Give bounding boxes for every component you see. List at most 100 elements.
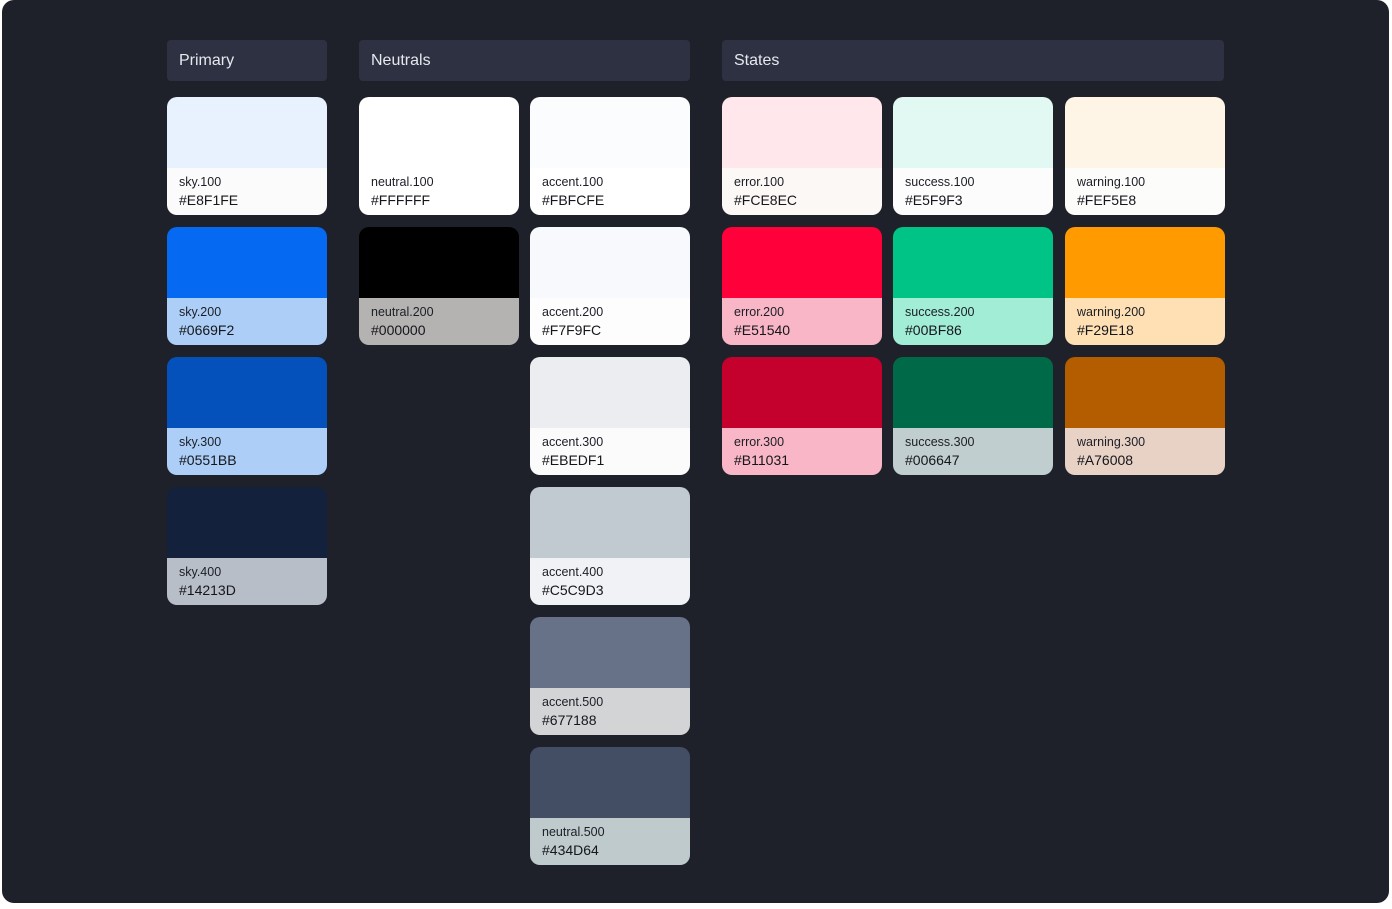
swatch-token-name: success.300 — [905, 435, 975, 449]
swatch-color-block — [530, 357, 690, 428]
swatch-hex-value: #B11031 — [734, 452, 790, 468]
swatch-color-block — [167, 487, 327, 558]
swatch-hex-value: #FBFCFE — [542, 192, 605, 208]
swatch-info: sky.400 #14213D — [167, 558, 327, 605]
swatch-hex-value: #A76008 — [1077, 452, 1134, 468]
swatch-hex-value: #0551BB — [179, 452, 237, 468]
swatch-card[interactable]: neutral.100 #FFFFFF — [359, 97, 519, 215]
swatch-card[interactable]: sky.400 #14213D — [167, 487, 327, 605]
swatch-card[interactable]: error.200 #E51540 — [722, 227, 882, 345]
section-header-states: States — [722, 40, 1224, 81]
swatch-token-name: sky.400 — [179, 565, 222, 579]
swatch-hex-value: #C5C9D3 — [542, 582, 604, 598]
swatch-color-block — [722, 227, 882, 298]
swatch-token-name: accent.500 — [542, 695, 604, 709]
swatch-color-block — [1065, 357, 1225, 428]
swatch-token-name: sky.300 — [179, 435, 222, 449]
swatch-hex-value: #FFFFFF — [371, 192, 431, 208]
swatch-card[interactable]: accent.500 #677188 — [530, 617, 690, 735]
swatch-card[interactable]: error.100 #FCE8EC — [722, 97, 882, 215]
swatch-hex-value: #FCE8EC — [734, 192, 798, 208]
swatch-color-block — [530, 97, 690, 168]
swatch-info: neutral.500 #434D64 — [530, 818, 690, 865]
swatch-hex-value: #14213D — [179, 582, 236, 598]
swatch-info: error.200 #E51540 — [722, 298, 882, 345]
swatch-card[interactable]: sky.300 #0551BB — [167, 357, 327, 475]
swatch-card[interactable]: success.100 #E5F9F3 — [893, 97, 1053, 215]
swatch-info: accent.200 #F7F9FC — [530, 298, 690, 345]
swatch-color-block — [893, 97, 1053, 168]
swatch-info: sky.300 #0551BB — [167, 428, 327, 475]
swatch-info: warning.200 #F29E18 — [1065, 298, 1225, 345]
swatch-hex-value: #0669F2 — [179, 322, 235, 338]
section-title: Primary — [179, 51, 235, 69]
swatch-info: sky.100 #E8F1FE — [167, 168, 327, 215]
swatch-hex-value: #006647 — [905, 452, 960, 468]
swatch-card[interactable]: accent.200 #F7F9FC — [530, 227, 690, 345]
swatch-token-name: neutral.100 — [371, 175, 434, 189]
swatch-card[interactable]: neutral.200 #000000 — [359, 227, 519, 345]
swatch-token-name: neutral.200 — [371, 305, 434, 319]
swatch-info: success.100 #E5F9F3 — [893, 168, 1053, 215]
swatch-token-name: accent.200 — [542, 305, 604, 319]
swatch-hex-value: #F29E18 — [1077, 322, 1134, 338]
swatch-color-block — [167, 227, 327, 298]
swatch-card[interactable]: success.300 #006647 — [893, 357, 1053, 475]
swatch-token-name: success.100 — [905, 175, 975, 189]
swatch-color-block — [722, 357, 882, 428]
swatch-token-name: error.300 — [734, 435, 785, 449]
swatch-card[interactable]: warning.200 #F29E18 — [1065, 227, 1225, 345]
swatch-token-name: warning.200 — [1077, 305, 1146, 319]
swatch-info: success.300 #006647 — [893, 428, 1053, 475]
swatch-token-name: warning.100 — [1077, 175, 1146, 189]
section-header-primary: Primary — [167, 40, 327, 81]
swatch-card[interactable]: accent.400 #C5C9D3 — [530, 487, 690, 605]
swatch-info: error.300 #B11031 — [722, 428, 882, 475]
swatch-info: error.100 #FCE8EC — [722, 168, 882, 215]
swatch-color-block — [1065, 97, 1225, 168]
swatch-color-block — [893, 227, 1053, 298]
swatch-color-block — [530, 747, 690, 818]
section-title: Neutrals — [371, 51, 431, 69]
swatch-token-name: warning.300 — [1077, 435, 1146, 449]
swatch-info: accent.400 #C5C9D3 — [530, 558, 690, 605]
swatch-color-block — [530, 227, 690, 298]
swatch-hex-value: #E8F1FE — [179, 192, 239, 208]
swatch-card[interactable]: error.300 #B11031 — [722, 357, 882, 475]
swatch-color-block — [359, 97, 519, 168]
swatch-token-name: accent.400 — [542, 565, 604, 579]
swatch-card[interactable]: sky.100 #E8F1FE — [167, 97, 327, 215]
section-header-neutrals: Neutrals — [359, 40, 690, 81]
swatch-card[interactable]: accent.300 #EBEDF1 — [530, 357, 690, 475]
swatch-token-name: neutral.500 — [542, 825, 605, 839]
swatch-hex-value: #E5F9F3 — [905, 192, 963, 208]
swatch-hex-value: #000000 — [371, 322, 426, 338]
swatch-info: neutral.200 #000000 — [359, 298, 519, 345]
swatch-token-name: accent.100 — [542, 175, 604, 189]
swatch-card[interactable]: success.200 #00BF86 — [893, 227, 1053, 345]
swatch-color-block — [1065, 227, 1225, 298]
swatch-token-name: error.200 — [734, 305, 785, 319]
swatch-info: warning.100 #FEF5E8 — [1065, 168, 1225, 215]
swatch-card[interactable]: sky.200 #0669F2 — [167, 227, 327, 345]
swatch-token-name: accent.300 — [542, 435, 604, 449]
swatch-info: accent.300 #EBEDF1 — [530, 428, 690, 475]
swatch-hex-value: #677188 — [542, 712, 597, 728]
swatch-token-name: success.200 — [905, 305, 975, 319]
swatch-token-name: sky.100 — [179, 175, 222, 189]
swatch-color-block — [893, 357, 1053, 428]
swatch-info: accent.500 #677188 — [530, 688, 690, 735]
swatch-card[interactable]: accent.100 #FBFCFE — [530, 97, 690, 215]
swatch-color-block — [530, 487, 690, 558]
swatch-card[interactable]: warning.300 #A76008 — [1065, 357, 1225, 475]
section-title: States — [734, 51, 780, 69]
swatch-card[interactable]: neutral.500 #434D64 — [530, 747, 690, 865]
swatch-info: warning.300 #A76008 — [1065, 428, 1225, 475]
swatch-card[interactable]: warning.100 #FEF5E8 — [1065, 97, 1225, 215]
swatch-token-name: error.100 — [734, 175, 785, 189]
swatch-color-block — [722, 97, 882, 168]
palette-canvas: Primary Neutrals States sky.100 #E8F1FE sk… — [2, 0, 1389, 903]
swatch-hex-value: #00BF86 — [905, 322, 962, 338]
swatch-info: neutral.100 #FFFFFF — [359, 168, 519, 215]
swatch-info: accent.100 #FBFCFE — [530, 168, 690, 215]
